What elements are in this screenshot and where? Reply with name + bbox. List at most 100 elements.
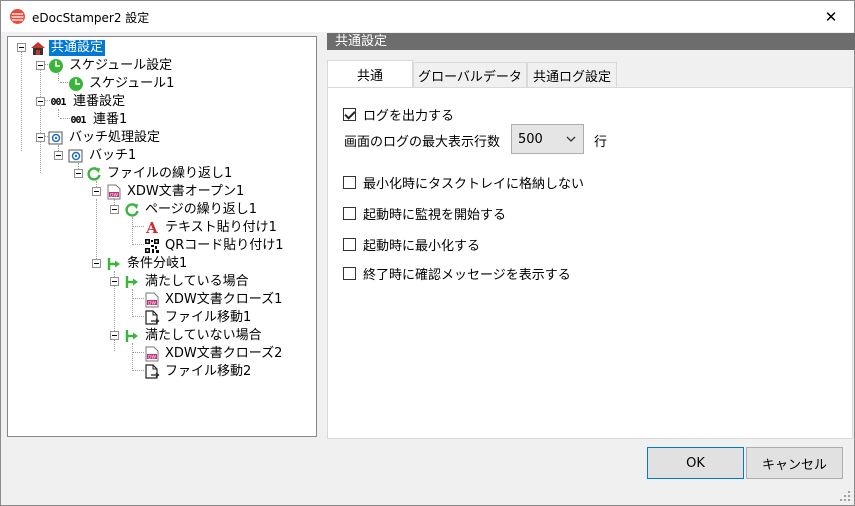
tree-item-xdw-close-1[interactable]: DW XDW文書クローズ1 [144,291,284,309]
tree-expander[interactable] [36,97,45,106]
tree-item-condition-false[interactable]: 満たしていない場合 [124,327,264,345]
checkbox-box[interactable] [343,267,356,280]
tree-item-label: 共通設定 [49,40,106,56]
checkbox-box[interactable] [343,108,356,121]
tree-item-label: XDW文書クローズ1 [165,292,283,307]
qr-code-icon [144,238,160,254]
checkbox-label: 起動時に監視を開始する [363,208,507,223]
tree-item-label: スケジュール設定 [69,58,173,73]
tree-item-batch-1[interactable]: バッチ1 [68,147,138,165]
window-title: eDocStamper2 設定 [32,11,150,25]
tree-item-qr-paste-1[interactable]: QRコード貼り付け1 [144,237,286,255]
checkbox-box[interactable] [343,238,356,251]
svg-text:DW: DW [110,192,118,198]
tree-item-file-move-2[interactable]: ファイル移動2 [144,363,253,381]
tree-item-common-settings[interactable]: 共通設定 [30,39,106,57]
svg-text:DW: DW [148,354,156,360]
tree-item-batch-settings[interactable]: バッチ処理設定 [48,129,162,147]
batch-icon [68,148,84,164]
tree-item-schedule-1[interactable]: スケジュール1 [68,75,176,93]
branch-icon [106,256,122,272]
loop-icon [86,166,102,182]
clock-icon [68,76,84,92]
max-lines-unit: 行 [594,131,607,150]
tab-label: グローバルデータ [418,69,522,85]
tab-global-data[interactable]: グローバルデータ [413,62,527,87]
max-lines-text: 画面のログの最大表示行数 [344,135,501,150]
tree-item-condition-1[interactable]: 条件分岐1 [106,255,189,273]
max-lines-value: 500 [518,131,543,147]
max-lines-label: 画面のログの最大表示行数 [344,131,500,150]
tree-item-label: テキスト貼り付け1 [165,220,277,235]
tree-item-label: 満たしている場合 [145,274,249,289]
ok-button[interactable]: OK [647,447,744,479]
tree-item-label: 連番1 [93,112,128,127]
house-icon [30,40,46,56]
branch-icon [124,328,140,344]
branch-icon [124,274,140,290]
tree-item-label: スケジュール1 [89,76,175,91]
resize-grip-icon[interactable] [839,490,851,502]
tree-expander[interactable] [17,43,26,52]
tree-item-sequence-settings[interactable]: 001 連番設定 [48,93,127,111]
file-move-icon [144,310,160,326]
loop-icon [124,202,140,218]
checkbox-label: ログを出力する [363,109,455,124]
tree-item-xdw-close-2[interactable]: DW XDW文書クローズ2 [144,345,284,363]
checkbox-label: 終了時に確認メッセージを表示する [363,268,571,283]
batch-icon [48,130,64,146]
tab-label: 共通 [356,68,383,84]
tree-expander[interactable] [110,205,119,214]
tree-expander[interactable] [92,259,101,268]
confirm-on-exit-checkbox[interactable]: 終了時に確認メッセージを表示する [343,264,571,283]
tree-item-label: ページの繰り返し1 [145,202,258,217]
tree-item-file-move-1[interactable]: ファイル移動1 [144,309,253,327]
tree-item-label: XDW文書オープン1 [127,184,245,199]
svg-text:DW: DW [148,300,156,306]
checkbox-label: 最小化時にタスクトレイに格納しない [363,177,585,192]
sequence-icon: 001 [70,114,86,126]
tree-item-condition-true[interactable]: 満たしている場合 [124,273,251,291]
text-stamp-icon: A [146,219,158,237]
tree-item-file-loop-1[interactable]: ファイルの繰り返し1 [86,165,234,183]
cancel-button[interactable]: キャンセル [746,447,843,479]
xdw-document-icon: DW [144,346,160,362]
tree-item-xdw-open-1[interactable]: DW XDW文書オープン1 [106,183,246,201]
sequence-icon: 001 [50,96,66,108]
tab-label: 共通ログ設定 [532,69,611,85]
close-button[interactable]: ✕ [808,1,854,32]
checkbox-box[interactable] [343,176,356,189]
tree-expander[interactable] [92,187,101,196]
tree-item-page-loop-1[interactable]: ページの繰り返し1 [124,201,259,219]
tree-item-label: ファイル移動2 [165,364,252,379]
log-output-checkbox[interactable]: ログを出力する [343,105,454,124]
tree-expander[interactable] [36,61,45,70]
start-monitoring-checkbox[interactable]: 起動時に監視を開始する [343,204,506,223]
app-logo-icon [10,9,25,24]
tree-expander[interactable] [110,277,119,286]
tree-item-label: 満たしていない場合 [145,328,262,343]
xdw-document-icon: DW [144,292,160,308]
tree-item-sequence-1[interactable]: 001 連番1 [68,111,129,129]
tree-item-schedule-settings[interactable]: スケジュール設定 [48,57,174,75]
checkbox-box[interactable] [343,207,356,220]
xdw-document-icon: DW [106,184,122,200]
tree-item-label: QRコード貼り付け1 [165,238,284,253]
max-lines-select[interactable]: 500 [511,124,584,154]
tree-item-label: 条件分岐1 [127,256,188,271]
tab-common-log-settings[interactable]: 共通ログ設定 [527,62,617,87]
settings-tree[interactable]: 共通設定 スケジュール設定 スケジュール1 001 連番設定 001 連番1 バ… [7,36,317,437]
settings-window: eDocStamper2 設定 ✕ 共通設定 スケジュール設定 スケジュール1 … [0,0,855,506]
tree-expander[interactable] [110,331,119,340]
minimize-on-start-checkbox[interactable]: 起動時に最小化する [343,235,480,254]
tab-common[interactable]: 共通 [327,60,413,87]
clock-icon [48,58,64,74]
tree-item-label: ファイル移動1 [165,310,252,325]
tree-expander[interactable] [74,169,83,178]
no-tray-on-minimize-checkbox[interactable]: 最小化時にタスクトレイに格納しない [343,173,584,192]
tree-expander[interactable] [54,151,63,160]
checkbox-label: 起動時に最小化する [363,239,481,254]
tree-item-label: 連番設定 [73,94,126,109]
tree-item-text-paste-1[interactable]: A テキスト貼り付け1 [144,219,279,237]
tree-expander[interactable] [36,133,45,142]
